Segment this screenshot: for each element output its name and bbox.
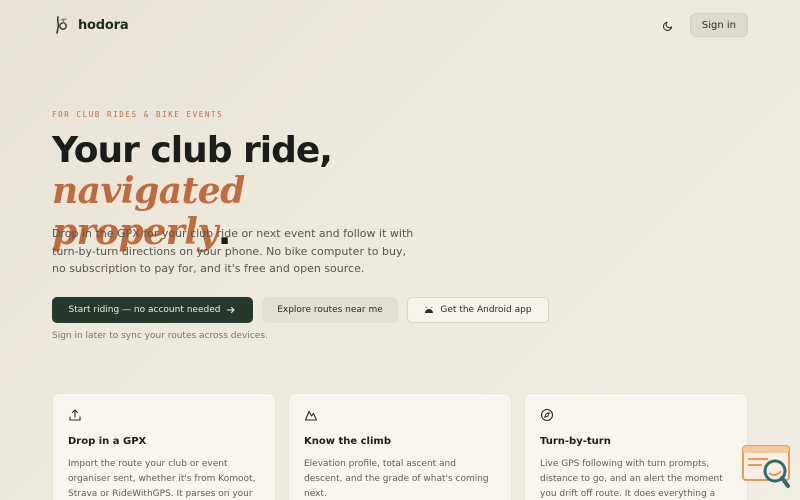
moon-icon — [663, 21, 673, 31]
feature-title: Drop in a GPX — [68, 436, 147, 447]
feature-body: Import the route your club or event orga… — [68, 459, 256, 499]
hodora-logo-icon — [56, 16, 67, 34]
signin-note: Sign in later to sync your routes across… — [52, 331, 268, 341]
browser-search-widget-icon[interactable] — [742, 445, 790, 489]
explore-routes-button[interactable]: Explore routes near me — [262, 297, 398, 323]
feature-card-turn-by-turn: Turn-by-turn Live GPS following with tur… — [524, 393, 748, 500]
get-android-app-button[interactable]: Get the Android app — [407, 297, 549, 323]
android-label: Get the Android app — [440, 305, 532, 315]
sign-in-button[interactable]: Sign in — [689, 13, 748, 37]
upload-icon — [69, 409, 81, 421]
brand[interactable]: hodora — [52, 15, 129, 35]
feature-body: Live GPS following with turn prompts, di… — [540, 459, 723, 499]
theme-toggle-button[interactable] — [658, 14, 680, 36]
feature-cards: Drop in a GPX Import the route your club… — [52, 393, 748, 500]
start-riding-label: Start riding — no account needed — [68, 305, 221, 315]
headline-plain: Your club ride, — [52, 130, 333, 171]
feature-body: Elevation profile, total ascent and desc… — [304, 459, 489, 499]
feature-title: Turn-by-turn — [540, 436, 611, 447]
hero-lede: Drop in the GPX for your club ride or ne… — [52, 227, 414, 275]
feature-card-climb: Know the climb Elevation profile, total … — [288, 393, 512, 500]
brand-name: hodora — [78, 17, 129, 33]
mountain-icon — [304, 410, 318, 421]
headline-accent-navigated: navigated — [52, 170, 245, 212]
feature-card-gpx: Drop in a GPX Import the route your club… — [52, 393, 276, 500]
start-riding-button[interactable]: Start riding — no account needed — [52, 297, 253, 323]
hero-eyebrow: FOR CLUB RIDES & BIKE EVENTS — [52, 110, 224, 119]
search-window-icon — [742, 445, 790, 488]
arrow-right-icon — [227, 306, 236, 314]
feature-title: Know the climb — [304, 436, 391, 447]
hero-actions: Start riding — no account needed Explore… — [52, 297, 549, 323]
compass-icon — [540, 408, 554, 422]
site-header: hodora Sign in — [0, 0, 800, 50]
android-icon — [425, 306, 434, 313]
header-actions: Sign in — [658, 13, 748, 37]
